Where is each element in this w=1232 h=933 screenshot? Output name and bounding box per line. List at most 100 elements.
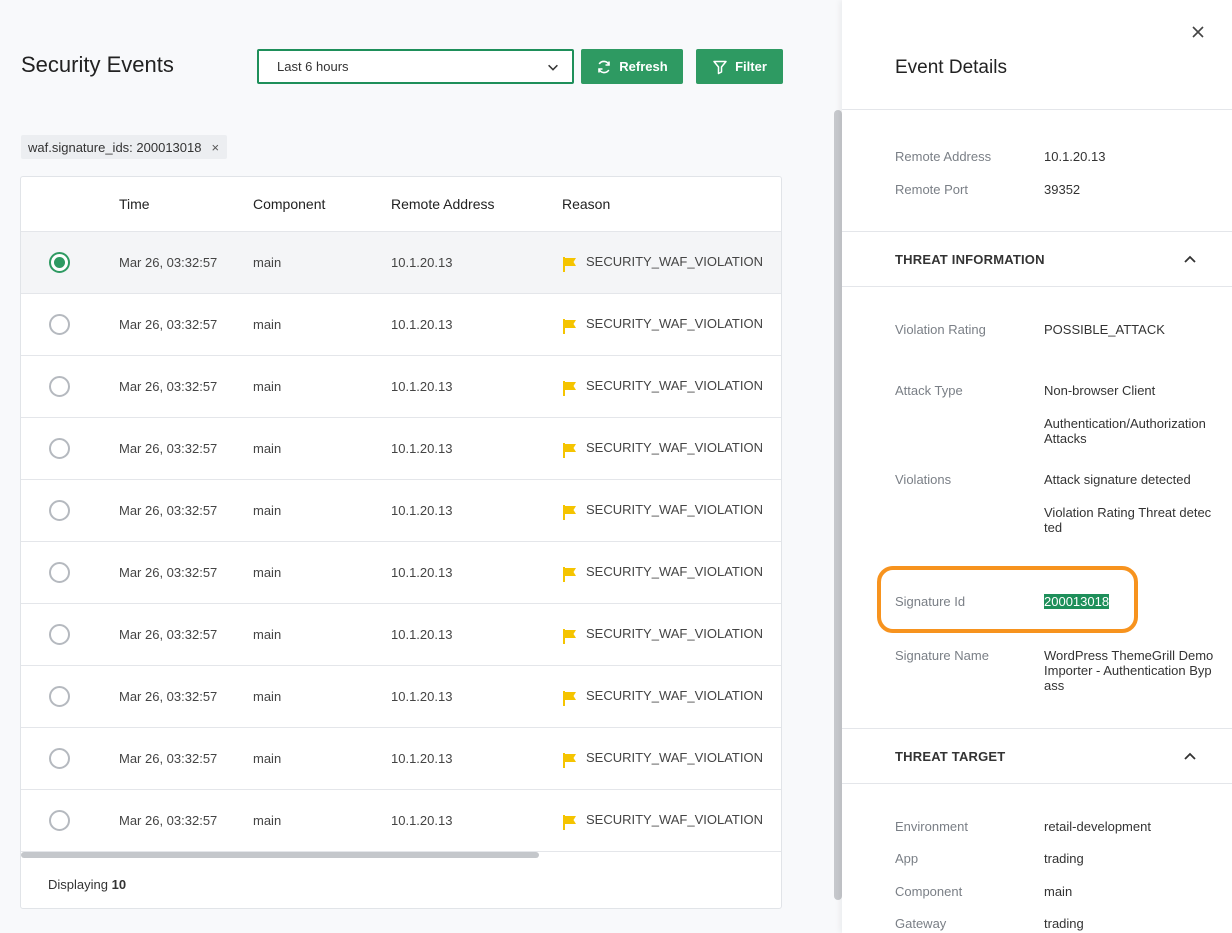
flag-icon xyxy=(563,567,576,582)
cell-time: Mar 26, 03:32:57 xyxy=(119,751,218,766)
cell-remote-address: 10.1.20.13 xyxy=(391,441,453,456)
component-label: Component xyxy=(895,884,963,899)
filter-icon xyxy=(713,60,727,74)
cell-time: Mar 26, 03:32:57 xyxy=(119,441,218,456)
remote-port-label: Remote Port xyxy=(895,182,968,197)
attack-type-value: Non-browser Client xyxy=(1044,383,1156,398)
flag-icon xyxy=(563,753,576,768)
filter-button[interactable]: Filter xyxy=(696,49,783,84)
time-range-value: Last 6 hours xyxy=(277,59,349,74)
row-radio[interactable] xyxy=(49,314,70,335)
gateway-label: Gateway xyxy=(895,916,947,931)
remote-address-value: 10.1.20.13 xyxy=(1044,149,1106,164)
row-radio[interactable] xyxy=(49,438,70,459)
event-details-panel: Event Details Remote Address 10.1.20.13 … xyxy=(842,0,1232,933)
cell-component: main xyxy=(253,751,282,766)
table-footer: Displaying 10 xyxy=(48,877,126,892)
table-row[interactable]: Mar 26, 03:32:57 main 10.1.20.13 SECURITY_W… xyxy=(21,666,781,728)
table-header: Time Component Remote Address Reason xyxy=(21,177,781,232)
flag-icon xyxy=(563,319,576,334)
row-radio[interactable] xyxy=(49,562,70,583)
cell-remote-address: 10.1.20.13 xyxy=(391,565,453,580)
cell-time: Mar 26, 03:32:57 xyxy=(119,503,218,518)
row-radio[interactable] xyxy=(49,686,70,707)
panel-header: Event Details xyxy=(842,0,1232,110)
column-header-remote-address[interactable]: Remote Address xyxy=(391,196,495,212)
signature-id-label: Signature Id xyxy=(895,594,966,609)
cell-reason: SECURITY_WAF_VIOLATION xyxy=(562,688,763,706)
cell-component: main xyxy=(253,813,282,828)
column-header-time[interactable]: Time xyxy=(119,196,150,212)
flag-icon xyxy=(563,629,576,644)
cell-time: Mar 26, 03:32:57 xyxy=(119,813,218,828)
refresh-button[interactable]: Refresh xyxy=(581,49,683,84)
cell-component: main xyxy=(253,379,282,394)
row-radio[interactable] xyxy=(49,500,70,521)
table-row[interactable]: Mar 26, 03:32:57 main 10.1.20.13 SECURITY_W… xyxy=(21,542,781,604)
cell-reason: SECURITY_WAF_VIOLATION xyxy=(562,564,763,582)
column-header-reason[interactable]: Reason xyxy=(562,196,610,212)
cell-reason: SECURITY_WAF_VIOLATION xyxy=(562,316,763,334)
cell-reason: SECURITY_WAF_VIOLATION xyxy=(562,502,763,520)
horizontal-scrollbar[interactable] xyxy=(21,852,539,858)
close-icon[interactable] xyxy=(1190,24,1206,40)
violation-value: Violation Rating Threat detected xyxy=(1044,505,1212,535)
cell-remote-address: 10.1.20.13 xyxy=(391,379,453,394)
row-radio[interactable] xyxy=(49,810,70,831)
reason-text: SECURITY_WAF_VIOLATION xyxy=(586,502,763,517)
row-radio[interactable] xyxy=(49,748,70,769)
column-header-component[interactable]: Component xyxy=(253,196,325,212)
violation-value: Attack signature detected xyxy=(1044,472,1191,487)
table-row[interactable]: Mar 26, 03:32:57 main 10.1.20.13 SECURITY_W… xyxy=(21,790,781,852)
cell-remote-address: 10.1.20.13 xyxy=(391,813,453,828)
reason-text: SECURITY_WAF_VIOLATION xyxy=(586,750,763,765)
violation-rating-value: POSSIBLE_ATTACK xyxy=(1044,322,1165,337)
reason-text: SECURITY_WAF_VIOLATION xyxy=(586,564,763,579)
row-radio[interactable] xyxy=(49,252,70,273)
cell-component: main xyxy=(253,255,282,270)
reason-text: SECURITY_WAF_VIOLATION xyxy=(586,688,763,703)
chevron-up-icon[interactable] xyxy=(1182,748,1198,764)
cell-time: Mar 26, 03:32:57 xyxy=(119,317,218,332)
signature-id-selection: 200013018 xyxy=(1044,594,1110,609)
cell-component: main xyxy=(253,441,282,456)
section-title: THREAT INFORMATION xyxy=(895,252,1045,267)
cell-time: Mar 26, 03:32:57 xyxy=(119,689,218,704)
gateway-value: trading xyxy=(1044,916,1084,931)
panel-title: Event Details xyxy=(895,57,1007,78)
row-radio[interactable] xyxy=(49,376,70,397)
signature-id-value: 200013018 xyxy=(1044,594,1110,609)
cell-remote-address: 10.1.20.13 xyxy=(391,751,453,766)
table-row[interactable]: Mar 26, 03:32:57 main 10.1.20.13 SECURITY_W… xyxy=(21,604,781,666)
flag-icon xyxy=(563,815,576,830)
table-row[interactable]: Mar 26, 03:32:57 main 10.1.20.13 SECURITY_W… xyxy=(21,480,781,542)
time-range-select[interactable]: Last 6 hours xyxy=(257,49,574,84)
table-row[interactable]: Mar 26, 03:32:57 main 10.1.20.13 SECURITY_W… xyxy=(21,728,781,790)
threat-information-section-header[interactable]: THREAT INFORMATION xyxy=(842,231,1232,287)
chevron-up-icon[interactable] xyxy=(1182,251,1198,267)
table-row[interactable]: Mar 26, 03:32:57 main 10.1.20.13 SECURITY_W… xyxy=(21,232,781,294)
table-row[interactable]: Mar 26, 03:32:57 main 10.1.20.13 SECURITY_W… xyxy=(21,356,781,418)
filter-label: Filter xyxy=(735,59,767,74)
table-body: Mar 26, 03:32:57 main 10.1.20.13 SECURITY_W… xyxy=(21,232,781,852)
table-row[interactable]: Mar 26, 03:32:57 main 10.1.20.13 SECURITY_W… xyxy=(21,294,781,356)
violations-label: Violations xyxy=(895,472,952,487)
flag-icon xyxy=(563,691,576,706)
cell-time: Mar 26, 03:32:57 xyxy=(119,627,218,642)
row-radio[interactable] xyxy=(49,624,70,645)
signature-name-value: WordPress ThemeGrill Demo Importer - Aut… xyxy=(1044,648,1214,693)
cell-reason: SECURITY_WAF_VIOLATION xyxy=(562,378,763,396)
cell-component: main xyxy=(253,317,282,332)
cell-remote-address: 10.1.20.13 xyxy=(391,503,453,518)
threat-target-section-header[interactable]: THREAT TARGET xyxy=(842,728,1232,784)
remote-address-label: Remote Address xyxy=(895,149,992,164)
table-row[interactable]: Mar 26, 03:32:57 main 10.1.20.13 SECURITY_W… xyxy=(21,418,781,480)
flag-icon xyxy=(563,443,576,458)
signature-name-label: Signature Name xyxy=(895,648,989,663)
cell-remote-address: 10.1.20.13 xyxy=(391,627,453,642)
reason-text: SECURITY_WAF_VIOLATION xyxy=(586,254,763,269)
close-icon[interactable]: × xyxy=(211,140,219,155)
environment-label: Environment xyxy=(895,819,968,834)
vertical-scrollbar[interactable] xyxy=(834,110,842,900)
footer-count: 10 xyxy=(111,877,127,892)
